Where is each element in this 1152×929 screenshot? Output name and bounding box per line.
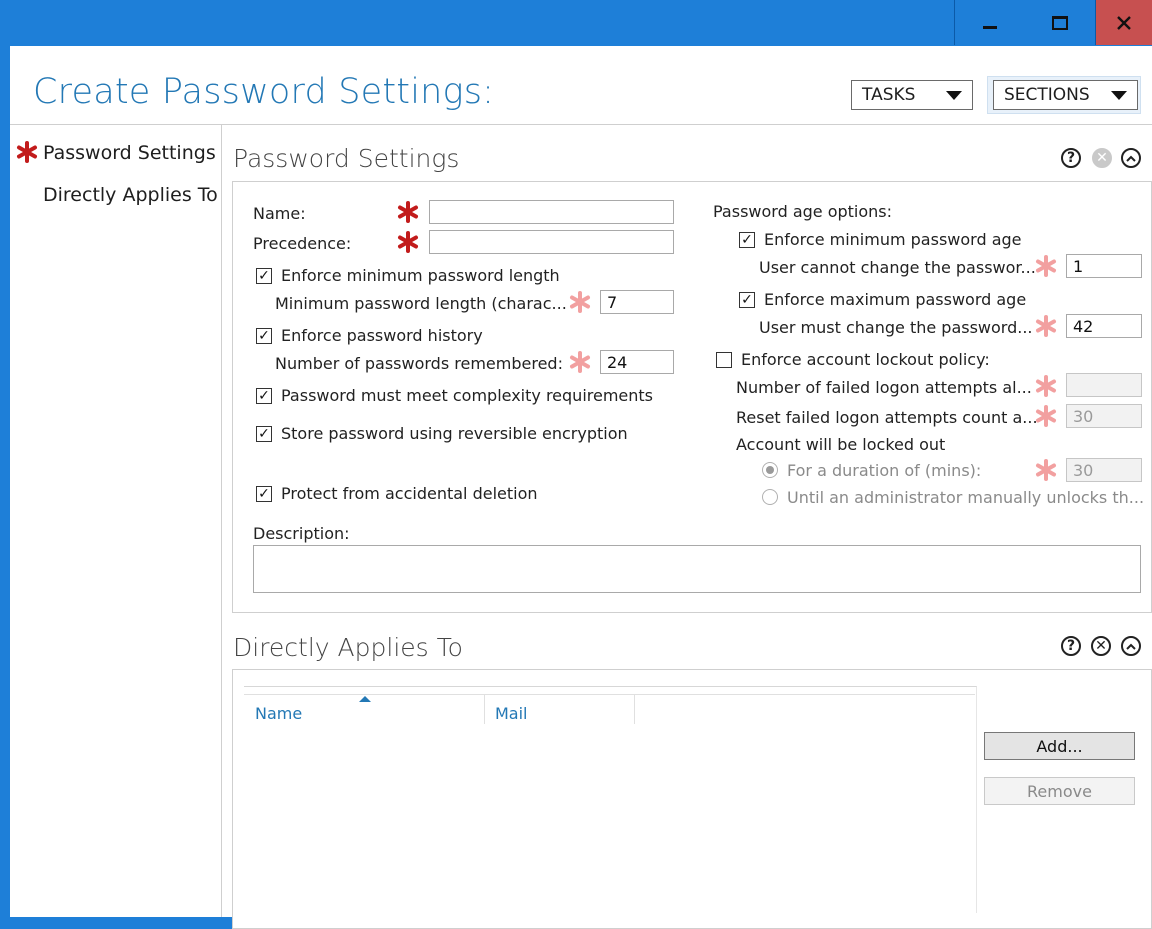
complexity-label: Password must meet complexity requiremen…	[281, 386, 654, 405]
nav-required-icon	[16, 141, 38, 167]
nav-item-password-settings[interactable]: Password Settings	[43, 142, 216, 164]
nav-divider	[221, 124, 222, 917]
header-divider	[10, 124, 1152, 125]
minimize-button[interactable]	[954, 0, 1026, 45]
column-divider	[484, 694, 485, 724]
description-field[interactable]	[253, 545, 1141, 593]
minimize-icon	[983, 26, 997, 29]
max-age-field[interactable]	[1066, 314, 1142, 338]
collapse-icon[interactable]	[1121, 636, 1141, 656]
directly-applies-to-title: Directly Applies To	[233, 633, 463, 662]
close-section-icon[interactable]: ✕	[1091, 636, 1111, 656]
close-window-button[interactable]	[1096, 0, 1152, 45]
required-light-icon	[569, 351, 591, 377]
name-field[interactable]	[429, 200, 674, 224]
failed-attempts-field	[1066, 373, 1142, 397]
collapse-icon[interactable]	[1121, 148, 1141, 168]
enforce-min-length-checkbox[interactable]: ✓	[256, 268, 272, 284]
precedence-label: Precedence:	[253, 234, 352, 253]
min-length-label: Minimum password length (charac...	[275, 294, 567, 313]
min-length-field[interactable]	[600, 290, 674, 314]
history-field[interactable]	[600, 350, 674, 374]
enforce-min-length-label: Enforce minimum password length	[281, 266, 560, 285]
enforce-max-age-label: Enforce maximum password age	[764, 290, 1027, 309]
chevron-down-icon	[1111, 90, 1127, 100]
column-header-line	[244, 694, 975, 695]
required-light-icon	[1035, 315, 1057, 341]
enforce-max-age-checkbox[interactable]: ✓	[739, 292, 755, 308]
min-age-label: User cannot change the passwor...	[759, 258, 1036, 277]
lockout-checkbox[interactable]	[716, 352, 732, 368]
maximize-button[interactable]	[1025, 0, 1096, 45]
protect-label: Protect from accidental deletion	[281, 484, 538, 503]
duration-radio	[762, 462, 778, 478]
column-divider	[634, 694, 635, 724]
tasks-dropdown[interactable]: TASKS	[851, 80, 973, 110]
lockout-label: Enforce account lockout policy:	[741, 350, 990, 369]
until-admin-label: Until an administrator manually unlocks …	[787, 488, 1145, 507]
password-settings-title: Password Settings	[233, 144, 460, 173]
enforce-min-age-checkbox[interactable]: ✓	[739, 232, 755, 248]
complexity-checkbox[interactable]: ✓	[256, 388, 272, 404]
reversible-label: Store password using reversible encrypti…	[281, 424, 628, 443]
required-icon	[397, 231, 419, 257]
column-header-mail[interactable]: Mail	[495, 704, 528, 723]
sections-dropdown[interactable]: SECTIONS	[993, 80, 1138, 110]
description-label: Description:	[253, 524, 350, 543]
required-light-icon	[1035, 375, 1057, 401]
tasks-label: TASKS	[862, 85, 916, 105]
name-label: Name:	[253, 204, 306, 223]
help-icon[interactable]: ?	[1061, 148, 1081, 168]
age-options-label: Password age options:	[713, 202, 893, 221]
duration-field	[1066, 458, 1142, 482]
max-age-label: User must change the password...	[759, 318, 1033, 337]
required-light-icon	[569, 291, 591, 317]
protect-checkbox[interactable]: ✓	[256, 486, 272, 502]
radio-selected-dot	[766, 466, 774, 474]
duration-label: For a duration of (mins):	[787, 461, 982, 480]
page-title: Create Password Settings:	[33, 72, 495, 112]
close-section-icon: ✕	[1092, 148, 1112, 168]
required-light-icon	[1035, 405, 1057, 431]
locked-out-label: Account will be locked out	[736, 435, 946, 454]
precedence-field[interactable]	[429, 230, 674, 254]
enforce-history-label: Enforce password history	[281, 326, 483, 345]
maximize-icon	[1052, 15, 1068, 30]
nav-item-directly-applies-to[interactable]: Directly Applies To	[43, 184, 218, 206]
enforce-min-age-label: Enforce minimum password age	[764, 230, 1022, 249]
reset-field	[1066, 404, 1142, 428]
required-light-icon	[1035, 459, 1057, 485]
sort-ascending-icon	[359, 696, 371, 702]
sections-label: SECTIONS	[1004, 85, 1090, 105]
until-admin-radio	[762, 489, 778, 505]
remove-button: Remove	[984, 777, 1135, 805]
column-header-name[interactable]: Name	[255, 704, 302, 723]
history-label: Number of passwords remembered:	[275, 354, 563, 373]
chevron-down-icon	[946, 90, 962, 100]
required-light-icon	[1035, 255, 1057, 281]
add-button[interactable]: Add...	[984, 732, 1135, 760]
enforce-history-checkbox[interactable]: ✓	[256, 328, 272, 344]
close-icon	[1117, 15, 1131, 30]
required-icon	[397, 201, 419, 227]
reversible-checkbox[interactable]: ✓	[256, 426, 272, 442]
reset-label: Reset failed logon attempts count a...	[736, 408, 1038, 427]
failed-attempts-label: Number of failed logon attempts al...	[736, 378, 1032, 397]
min-age-field[interactable]	[1066, 254, 1142, 278]
help-icon[interactable]: ?	[1061, 636, 1081, 656]
members-list[interactable]	[244, 686, 977, 913]
